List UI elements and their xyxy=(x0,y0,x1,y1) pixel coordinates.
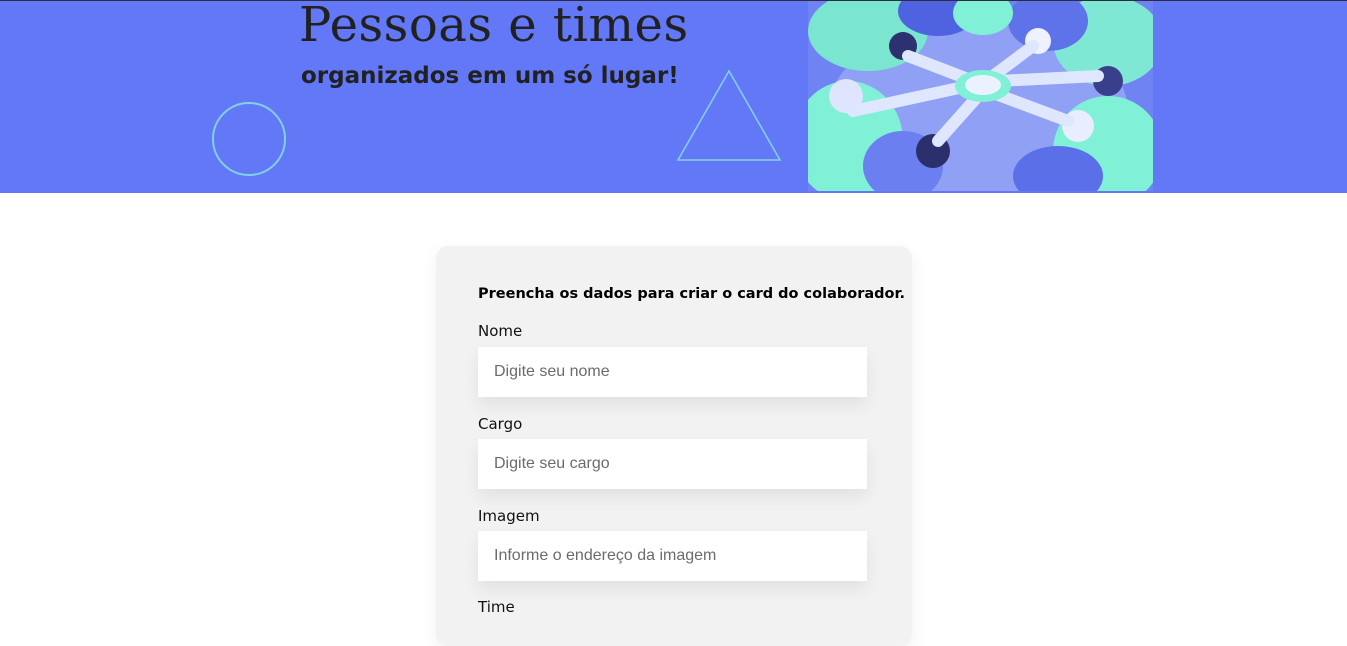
team-hands-illustration xyxy=(808,1,1153,191)
name-input[interactable] xyxy=(478,347,867,397)
form-heading: Preencha os dados para criar o card do c… xyxy=(478,286,906,302)
image-label: Imagem xyxy=(478,507,540,525)
hero-banner: Pessoas e times organizados em um só lug… xyxy=(0,1,1347,193)
circle-outline-icon xyxy=(212,102,286,176)
role-label: Cargo xyxy=(478,415,523,433)
team-hands-photo xyxy=(808,1,1153,191)
role-input[interactable] xyxy=(478,439,867,489)
banner-subtitle: organizados em um só lugar! xyxy=(301,63,679,89)
banner-title: Pessoas e times xyxy=(299,1,689,53)
image-url-input[interactable] xyxy=(478,531,867,581)
triangle-outline-icon xyxy=(676,69,782,161)
team-label: Time xyxy=(478,598,515,616)
name-label: Nome xyxy=(478,322,523,340)
collaborator-form-card: Preencha os dados para criar o card do c… xyxy=(436,246,912,646)
